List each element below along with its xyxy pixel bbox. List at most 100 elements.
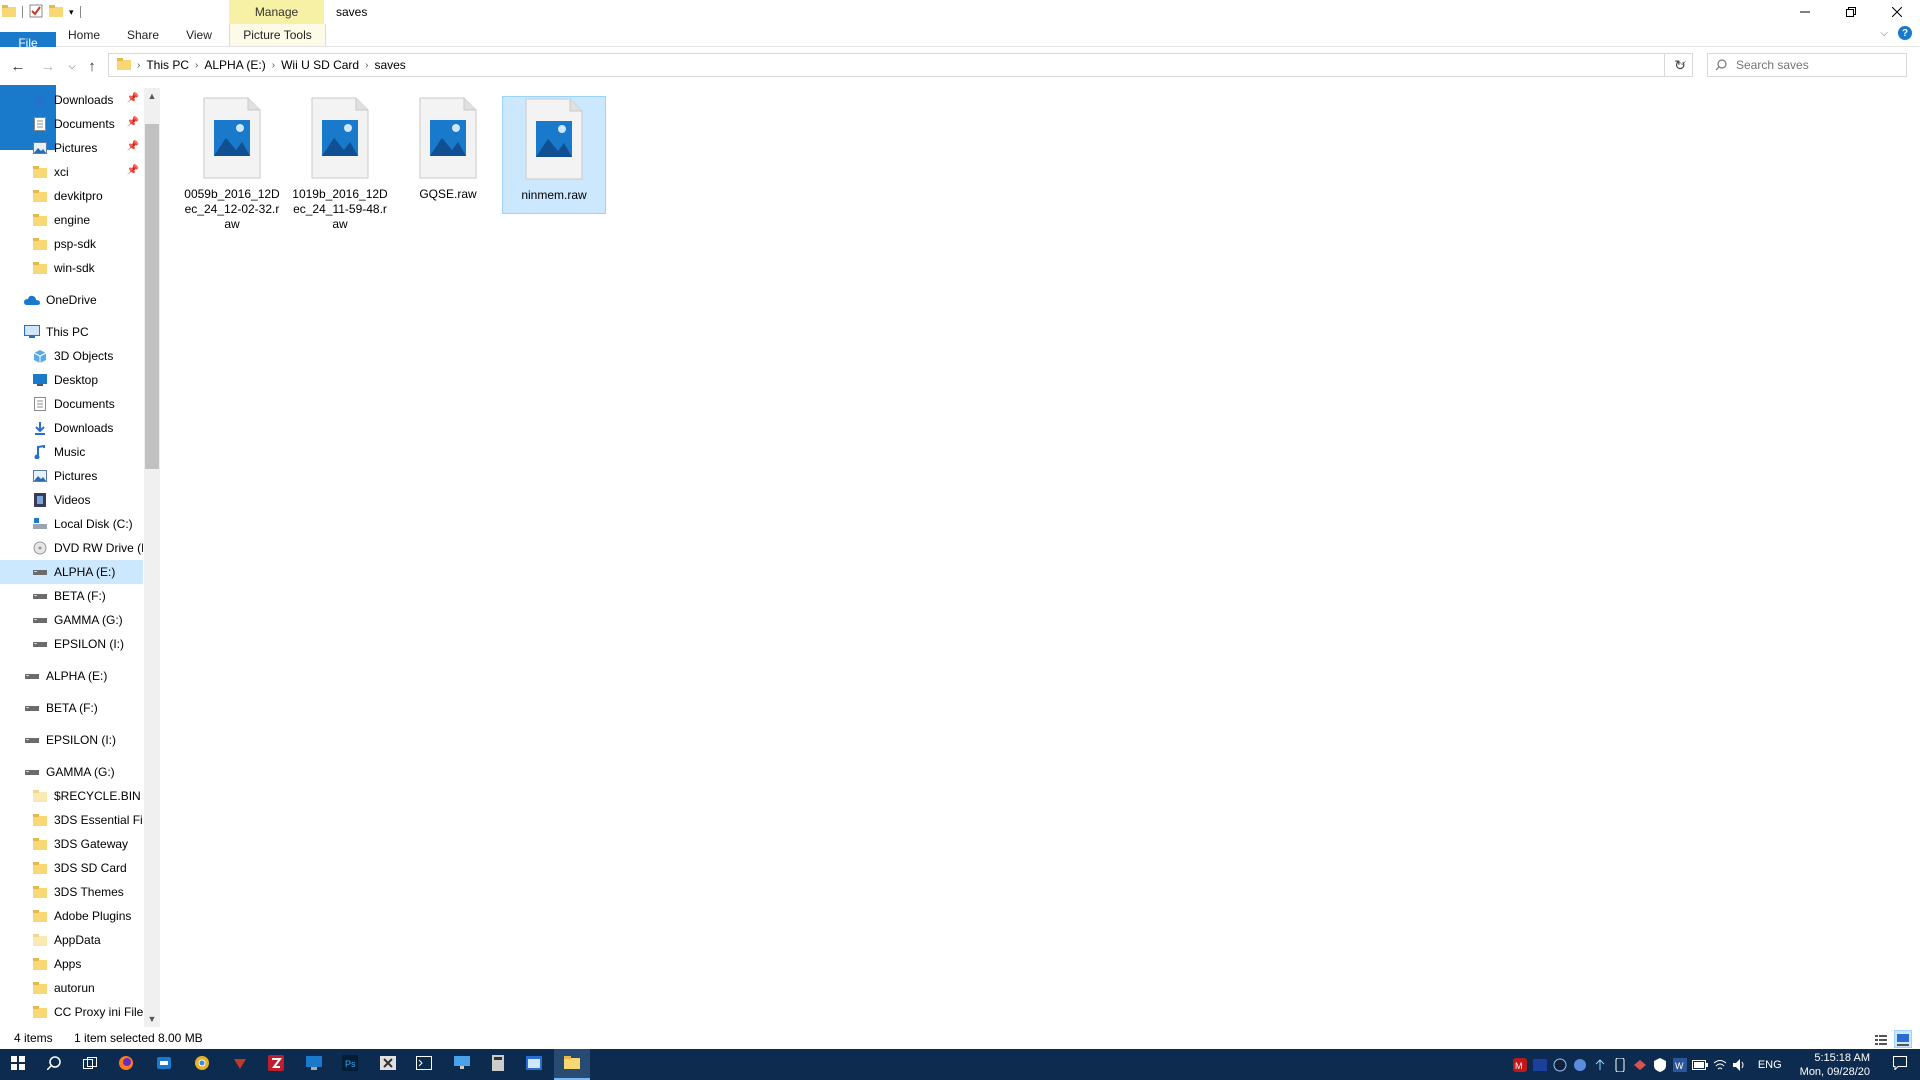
nav-item-3ds-themes[interactable]: 3DS Themes xyxy=(0,880,143,904)
chevron-right-icon[interactable]: › xyxy=(137,60,140,71)
nav-item-3ds-gateway[interactable]: 3DS Gateway xyxy=(0,832,143,856)
details-view-button[interactable] xyxy=(1872,1030,1890,1048)
chevron-right-icon[interactable]: › xyxy=(365,60,368,71)
up-button[interactable]: ↑ xyxy=(82,56,102,76)
tray-word-icon[interactable]: W xyxy=(1670,1049,1690,1080)
nav-item-documents[interactable]: Documents xyxy=(0,392,143,416)
restore-button[interactable] xyxy=(1828,0,1874,24)
search-button[interactable] xyxy=(36,1049,72,1080)
taskbar-filezilla[interactable] xyxy=(258,1049,294,1080)
action-center-button[interactable] xyxy=(1880,1049,1920,1080)
address-bar[interactable]: › This PC › ALPHA (E:) › Wii U SD Card ›… xyxy=(108,53,1693,77)
taskbar-file-explorer[interactable] xyxy=(554,1049,590,1080)
nav-item-epsilon-i[interactable]: EPSILON (I:) xyxy=(0,632,143,656)
refresh-button[interactable]: ↻ xyxy=(1664,53,1695,77)
nav-item-beta-f-root[interactable]: BETA (F:) xyxy=(0,696,143,720)
nav-item-onedrive[interactable]: OneDrive xyxy=(0,288,143,312)
nav-item-xci[interactable]: xci 📌 xyxy=(0,160,143,184)
tray-shield-icon[interactable] xyxy=(1650,1049,1670,1080)
nav-item-psp-sdk[interactable]: psp-sdk xyxy=(0,232,143,256)
nav-scrollbar[interactable]: ▲ ▼ xyxy=(144,88,160,1027)
nav-item-cc-proxy-ini-files[interactable]: CC Proxy ini Files xyxy=(0,1000,143,1024)
tray-battery-icon[interactable] xyxy=(1690,1049,1710,1080)
taskbar-app-terminal[interactable] xyxy=(406,1049,442,1080)
tab-view[interactable]: View xyxy=(177,24,221,46)
tray-network-status-icon[interactable] xyxy=(1590,1049,1610,1080)
nav-item-this-pc[interactable]: This PC xyxy=(0,320,143,344)
chevron-right-icon[interactable]: › xyxy=(272,60,275,71)
tray-volume-icon[interactable] xyxy=(1730,1049,1750,1080)
nav-item-3ds-essential-files[interactable]: 3DS Essential File xyxy=(0,808,143,832)
taskbar-app-red[interactable] xyxy=(222,1049,258,1080)
search-box[interactable] xyxy=(1707,53,1907,77)
nav-item-downloads[interactable]: Downloads xyxy=(0,416,143,440)
expand-ribbon-chevron-icon[interactable]: ⌵ xyxy=(1880,28,1888,39)
tray-app-icon[interactable] xyxy=(1630,1049,1650,1080)
back-button[interactable]: ← xyxy=(8,56,28,76)
search-input[interactable] xyxy=(1734,57,1898,73)
file-item-selected[interactable]: ninmem.raw xyxy=(502,96,606,214)
manage-contextual-tab[interactable]: Manage xyxy=(229,0,324,24)
nav-item-music[interactable]: Music xyxy=(0,440,143,464)
file-item[interactable]: GQSE.raw xyxy=(396,96,500,214)
taskbar-app-remote[interactable] xyxy=(444,1049,480,1080)
clock[interactable]: 5:15:18 AM Mon, 09/28/20 xyxy=(1790,1051,1880,1079)
tray-usb-icon[interactable] xyxy=(1610,1049,1630,1080)
tab-picture-tools[interactable]: Picture Tools xyxy=(229,24,326,46)
nav-item-gamma-g[interactable]: GAMMA (G:) xyxy=(0,608,143,632)
breadcrumb-this-pc[interactable]: This PC xyxy=(146,58,189,72)
taskbar-app-blue[interactable] xyxy=(146,1049,182,1080)
tab-home[interactable]: Home xyxy=(62,24,106,46)
nav-item-pictures[interactable]: Pictures 📌 xyxy=(0,136,143,160)
file-item[interactable]: 1019b_2016_12Dec_24_11-59-48.raw xyxy=(288,96,392,231)
nav-item-local-disk-c[interactable]: Local Disk (C:) xyxy=(0,512,143,536)
nav-item-win-sdk[interactable]: win-sdk xyxy=(0,256,143,280)
tray-app-icon[interactable] xyxy=(1570,1049,1590,1080)
new-folder-icon[interactable] xyxy=(49,4,63,20)
tray-app-icon[interactable] xyxy=(1530,1049,1550,1080)
nav-item-videos[interactable]: Videos xyxy=(0,488,143,512)
nav-item-epsilon-i-root[interactable]: EPSILON (I:) xyxy=(0,728,143,752)
taskbar-chrome[interactable] xyxy=(184,1049,220,1080)
minimize-button[interactable] xyxy=(1782,0,1828,24)
scroll-down-arrow-icon[interactable]: ▼ xyxy=(144,1011,160,1027)
nav-item-3ds-sd-card[interactable]: 3DS SD Card xyxy=(0,856,143,880)
input-language[interactable]: ENG xyxy=(1750,1059,1790,1071)
taskbar-photoshop[interactable]: Ps xyxy=(332,1049,368,1080)
nav-item-alpha-e[interactable]: ALPHA (E:) xyxy=(0,560,143,584)
nav-item-recycle-bin[interactable]: $RECYCLE.BIN xyxy=(0,784,143,808)
nav-item-autorun[interactable]: autorun xyxy=(0,976,143,1000)
nav-item-apps[interactable]: Apps xyxy=(0,952,143,976)
file-item[interactable]: 0059b_2016_12Dec_24_12-02-32.raw xyxy=(180,96,284,231)
large-icons-view-button[interactable] xyxy=(1894,1030,1912,1048)
close-button[interactable] xyxy=(1874,0,1920,24)
properties-icon[interactable] xyxy=(29,4,43,21)
tray-mcafee-icon[interactable]: M xyxy=(1510,1049,1530,1080)
tray-app-icon[interactable] xyxy=(1550,1049,1570,1080)
nav-item-dvd-rw-drive-d[interactable]: DVD RW Drive (D xyxy=(0,536,143,560)
nav-item-adobe-plugins[interactable]: Adobe Plugins xyxy=(0,904,143,928)
scrollbar-thumb[interactable] xyxy=(145,124,159,469)
breadcrumb-wii-u-sd-card[interactable]: Wii U SD Card xyxy=(281,58,359,72)
nav-item-3d-objects[interactable]: 3D Objects xyxy=(0,344,143,368)
nav-item-devkitpro[interactable]: devkitpro xyxy=(0,184,143,208)
recent-locations-button[interactable]: ⌵ xyxy=(62,56,82,76)
taskbar-calculator[interactable] xyxy=(480,1049,516,1080)
help-icon[interactable]: ? xyxy=(1898,26,1912,40)
start-button[interactable] xyxy=(0,1049,36,1080)
pin-icon[interactable]: 📌 xyxy=(127,141,139,152)
forward-button[interactable]: → xyxy=(38,56,58,76)
pin-icon[interactable]: 📌 xyxy=(127,165,139,176)
tab-share[interactable]: Share xyxy=(120,24,166,46)
taskbar-app-x[interactable] xyxy=(370,1049,406,1080)
taskbar-app-monitor[interactable] xyxy=(296,1049,332,1080)
nav-item-engine[interactable]: engine xyxy=(0,208,143,232)
customize-toolbar-chevron-icon[interactable]: ▾ xyxy=(69,7,74,18)
scroll-up-arrow-icon[interactable]: ▲ xyxy=(144,88,160,104)
pin-icon[interactable]: 📌 xyxy=(127,93,139,104)
task-view-button[interactable] xyxy=(72,1049,108,1080)
taskbar-firefox[interactable] xyxy=(108,1049,144,1080)
pin-icon[interactable]: 📌 xyxy=(127,117,139,128)
nav-item-beta-f[interactable]: BETA (F:) xyxy=(0,584,143,608)
tray-wifi-icon[interactable] xyxy=(1710,1049,1730,1080)
